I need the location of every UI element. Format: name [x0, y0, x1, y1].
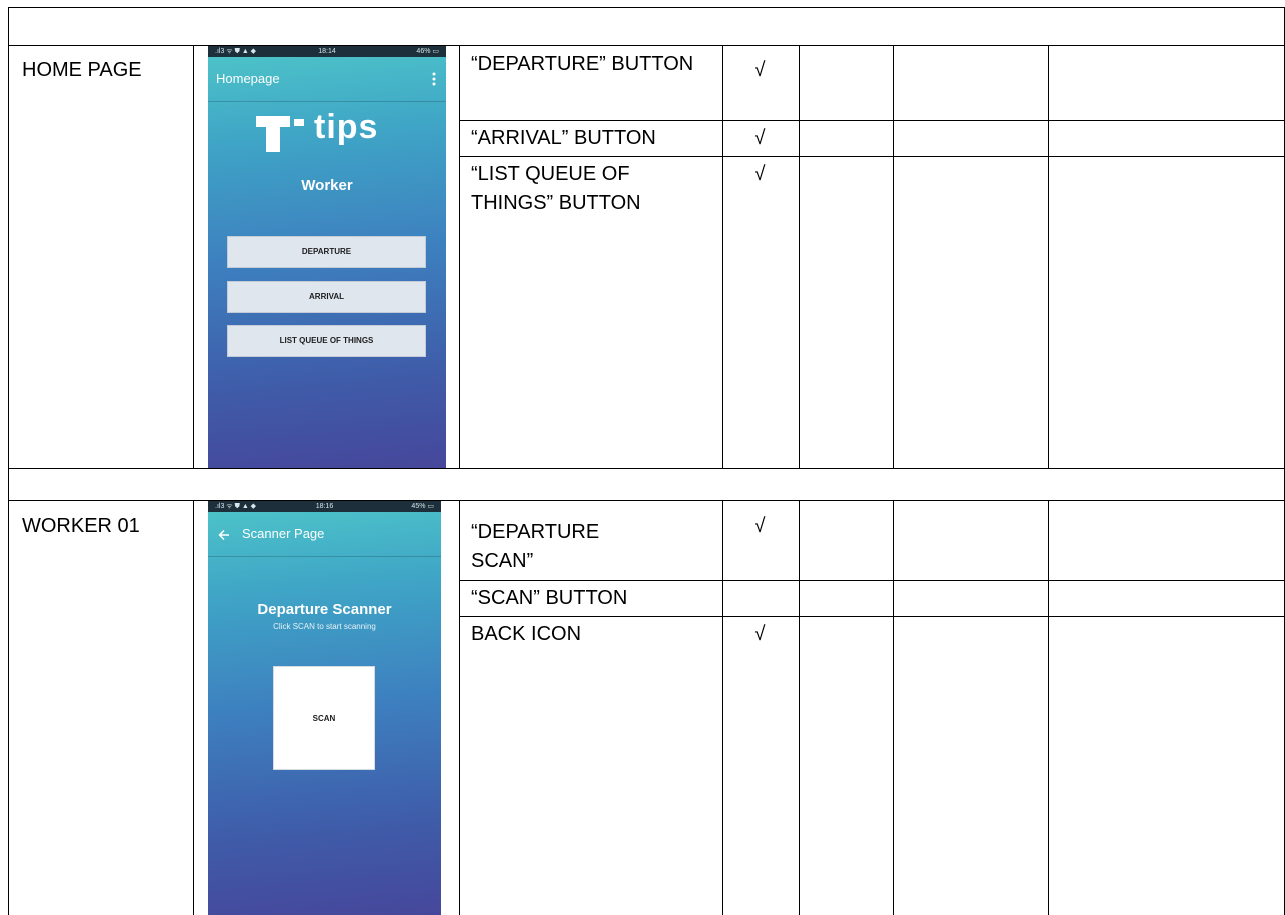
status-time: 18:14: [318, 48, 336, 55]
pass-mark: √: [754, 515, 766, 537]
test-item-description: “SCAN” BUTTON: [471, 587, 628, 609]
status-battery: 46% ▭: [416, 48, 439, 55]
app-bar: Homepage: [208, 57, 446, 102]
column-divider: [1048, 45, 1049, 468]
status-bar: .ıl3 ᯤ ⛊ ▲ ◆ 18:14 46% ▭: [208, 46, 446, 57]
status-time: 18:16: [315, 503, 334, 510]
column-divider: [893, 500, 894, 915]
row-divider: [8, 468, 1285, 469]
appbar-title: Homepage: [216, 71, 280, 86]
column-divider: [459, 500, 460, 915]
subrow-divider: [459, 580, 1285, 581]
table-border-top: [8, 7, 1285, 8]
scanner-subheading: Click SCAN to start scanning: [273, 622, 376, 631]
logo-text: tips: [314, 108, 379, 146]
test-item-description: BACK ICON: [471, 623, 582, 645]
column-divider: [459, 45, 460, 468]
subrow-divider: [459, 120, 1285, 121]
pass-mark: √: [754, 59, 766, 81]
column-divider: [799, 500, 800, 915]
scanner-page-screenshot: .ıl3 ᯤ ⛊ ▲ ◆ 18:16 45% ▭ Scanner Page De…: [208, 501, 441, 915]
column-divider: [722, 45, 723, 468]
app-bar: Scanner Page: [208, 512, 441, 557]
subrow-divider: [459, 616, 1285, 617]
column-divider: [893, 45, 894, 468]
column-divider: [193, 500, 194, 915]
departure-button[interactable]: DEPARTURE: [227, 236, 426, 268]
test-item-description: “LIST QUEUE OF THINGS” BUTTON: [471, 163, 641, 214]
status-battery: 45% ▭: [411, 503, 434, 510]
arrival-button[interactable]: ARRIVAL: [227, 281, 426, 313]
tips-logo: tips: [256, 108, 396, 154]
page-label-home: HOME PAGE: [22, 59, 142, 81]
pass-mark: √: [754, 623, 766, 645]
kebab-menu-icon[interactable]: [432, 71, 436, 87]
test-item-description: “DEPARTURE” BUTTON: [471, 53, 694, 75]
pass-mark: √: [754, 127, 766, 149]
appbar-title: Scanner Page: [242, 526, 325, 541]
scan-button[interactable]: SCAN: [273, 666, 375, 770]
row-divider: [8, 500, 1285, 501]
homepage-screenshot: .ıl3 ᯤ ⛊ ▲ ◆ 18:14 46% ▭ Homepage tips W…: [208, 46, 446, 468]
test-item-description: “ARRIVAL” BUTTON: [471, 127, 656, 149]
test-item-description: “DEPARTURE SCAN”: [471, 521, 600, 572]
column-divider: [799, 45, 800, 468]
column-divider: [193, 45, 194, 468]
column-divider: [722, 500, 723, 915]
role-heading: Worker: [301, 177, 353, 194]
column-divider: [1048, 500, 1049, 915]
table-border-left: [8, 7, 9, 915]
back-arrow-icon[interactable]: [218, 528, 230, 541]
pass-mark: √: [754, 163, 766, 185]
status-bar: .ıl3 ᯤ ⛊ ▲ ◆ 18:16 45% ▭: [208, 501, 441, 512]
row-divider: [8, 45, 1285, 46]
list-queue-button[interactable]: LIST QUEUE OF THINGS: [227, 325, 426, 357]
subrow-divider: [459, 156, 1285, 157]
scanner-heading: Departure Scanner: [257, 601, 392, 618]
page-label-worker: WORKER 01: [22, 515, 140, 537]
